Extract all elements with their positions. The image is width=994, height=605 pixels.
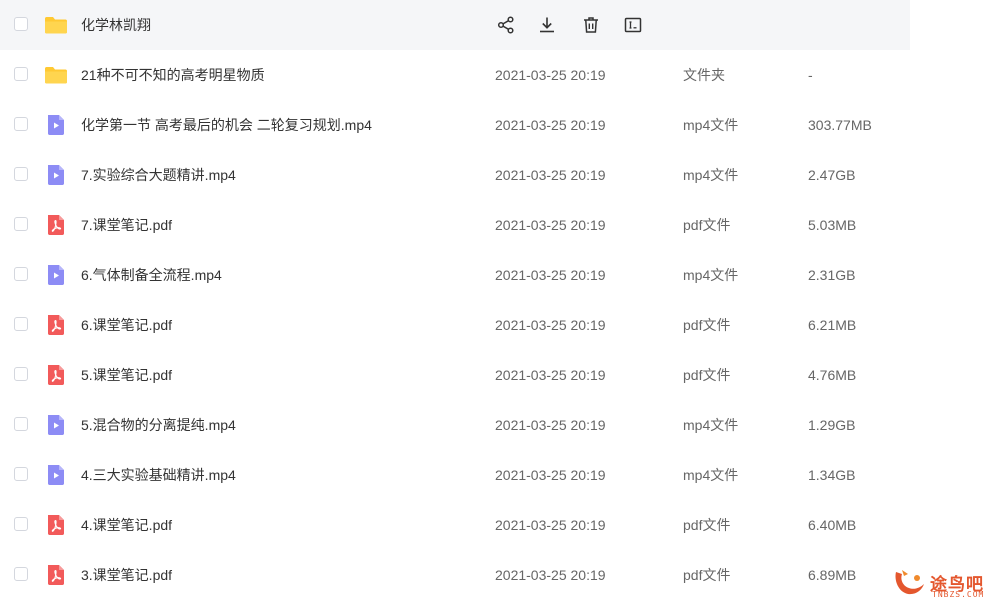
file-row[interactable]: 3.课堂笔记.pdf 2021-03-25 20:19 pdf文件 6.89MB [0,550,910,600]
file-size: 1.29GB [808,417,856,433]
file-row[interactable]: 21种不可不知的高考明星物质 2021-03-25 20:19 文件夹 - [0,50,910,100]
file-row[interactable]: 化学林凯翔 [0,0,910,50]
file-row[interactable]: 4.三大实验基础精讲.mp4 2021-03-25 20:19 mp4文件 1.34G… [0,450,910,500]
video-file-icon [44,263,68,287]
file-name[interactable]: 化学林凯翔 [81,0,151,50]
file-row[interactable]: 7.实验综合大题精讲.mp4 2021-03-25 20:19 mp4文件 2.47G… [0,150,910,200]
file-row[interactable]: 7.课堂笔记.pdf 2021-03-25 20:19 pdf文件 5.03MB [0,200,910,250]
download-button[interactable] [533,11,561,39]
file-row[interactable]: 6.气体制备全流程.mp4 2021-03-25 20:19 mp4文件 2.31GB [0,250,910,300]
delete-icon [581,15,601,35]
file-modified-time: 2021-03-25 20:19 [495,67,606,83]
file-size: 1.34GB [808,467,856,483]
file-name[interactable]: 7.实验综合大题精讲.mp4 [81,150,236,200]
file-size: 2.31GB [808,267,856,283]
pdf-file-icon [44,313,68,337]
file-modified-time: 2021-03-25 20:19 [495,267,606,283]
video-file-icon [44,413,68,437]
file-name[interactable]: 6.课堂笔记.pdf [81,300,172,350]
file-row[interactable]: 4.课堂笔记.pdf 2021-03-25 20:19 pdf文件 6.40MB [0,500,910,550]
row-checkbox[interactable] [14,67,28,81]
file-name[interactable]: 5.课堂笔记.pdf [81,350,172,400]
pdf-file-icon [44,563,68,587]
rename-icon [623,15,643,35]
file-modified-time: 2021-03-25 20:19 [495,167,606,183]
file-size: 4.76MB [808,367,857,383]
file-modified-time: 2021-03-25 20:19 [495,117,606,133]
share-icon [496,15,516,35]
file-type: pdf文件 [683,317,731,333]
share-button[interactable] [492,11,520,39]
file-modified-time: 2021-03-25 20:19 [495,217,606,233]
row-checkbox[interactable] [14,17,28,31]
pdf-file-icon [44,213,68,237]
bird-logo-icon [895,570,924,595]
download-icon [537,15,557,35]
file-name[interactable]: 21种不可不知的高考明星物质 [81,50,265,100]
file-modified-time: 2021-03-25 20:19 [495,467,606,483]
file-name[interactable]: 5.混合物的分离提纯.mp4 [81,400,236,450]
file-type: pdf文件 [683,217,731,233]
row-checkbox[interactable] [14,567,28,581]
row-checkbox[interactable] [14,167,28,181]
file-size: 5.03MB [808,217,857,233]
file-modified-time: 2021-03-25 20:19 [495,417,606,433]
file-name[interactable]: 6.气体制备全流程.mp4 [81,250,222,300]
file-type: pdf文件 [683,367,731,383]
row-checkbox[interactable] [14,267,28,281]
row-checkbox[interactable] [14,467,28,481]
file-size: 6.21MB [808,317,857,333]
file-type: 文件夹 [683,67,725,83]
video-file-icon [44,463,68,487]
delete-button[interactable] [577,11,605,39]
row-checkbox[interactable] [14,367,28,381]
file-size: 2.47GB [808,167,856,183]
file-name[interactable]: 化学第一节 高考最后的机会 二轮复习规划.mp4 [81,100,372,150]
file-type: mp4文件 [683,267,739,283]
video-file-icon [44,163,68,187]
file-type: mp4文件 [683,467,739,483]
folder-icon [44,13,68,37]
file-modified-time: 2021-03-25 20:19 [495,567,606,583]
rename-button[interactable] [619,11,647,39]
file-name[interactable]: 7.课堂笔记.pdf [81,200,172,250]
file-name[interactable]: 3.课堂笔记.pdf [81,550,172,600]
video-file-icon [44,113,68,137]
file-row[interactable]: 6.课堂笔记.pdf 2021-03-25 20:19 pdf文件 6.21MB [0,300,910,350]
row-checkbox[interactable] [14,117,28,131]
row-checkbox[interactable] [14,217,28,231]
file-size: 6.40MB [808,517,857,533]
file-size: 6.89MB [808,567,857,583]
file-modified-time: 2021-03-25 20:19 [495,317,606,333]
file-name[interactable]: 4.课堂笔记.pdf [81,500,172,550]
file-row[interactable]: 化学第一节 高考最后的机会 二轮复习规划.mp4 2021-03-25 20:19… [0,100,910,150]
file-type: pdf文件 [683,567,731,583]
file-name[interactable]: 4.三大实验基础精讲.mp4 [81,450,236,500]
row-checkbox[interactable] [14,317,28,331]
pdf-file-icon [44,513,68,537]
file-type: mp4文件 [683,167,739,183]
folder-icon [44,63,68,87]
file-size: 303.77MB [808,117,872,133]
file-type: pdf文件 [683,517,731,533]
watermark-subtext: TNBZS.COM [932,590,985,599]
file-row[interactable]: 5.混合物的分离提纯.mp4 2021-03-25 20:19 mp4文件 1.29G… [0,400,910,450]
file-type: mp4文件 [683,117,739,133]
file-type: mp4文件 [683,417,739,433]
row-checkbox[interactable] [14,517,28,531]
file-modified-time: 2021-03-25 20:19 [495,517,606,533]
file-size: - [808,67,813,83]
row-checkbox[interactable] [14,417,28,431]
pdf-file-icon [44,363,68,387]
file-row[interactable]: 5.课堂笔记.pdf 2021-03-25 20:19 pdf文件 4.76MB [0,350,910,400]
watermark: 途鸟吧 TNBZS.COM [890,566,990,602]
file-modified-time: 2021-03-25 20:19 [495,367,606,383]
